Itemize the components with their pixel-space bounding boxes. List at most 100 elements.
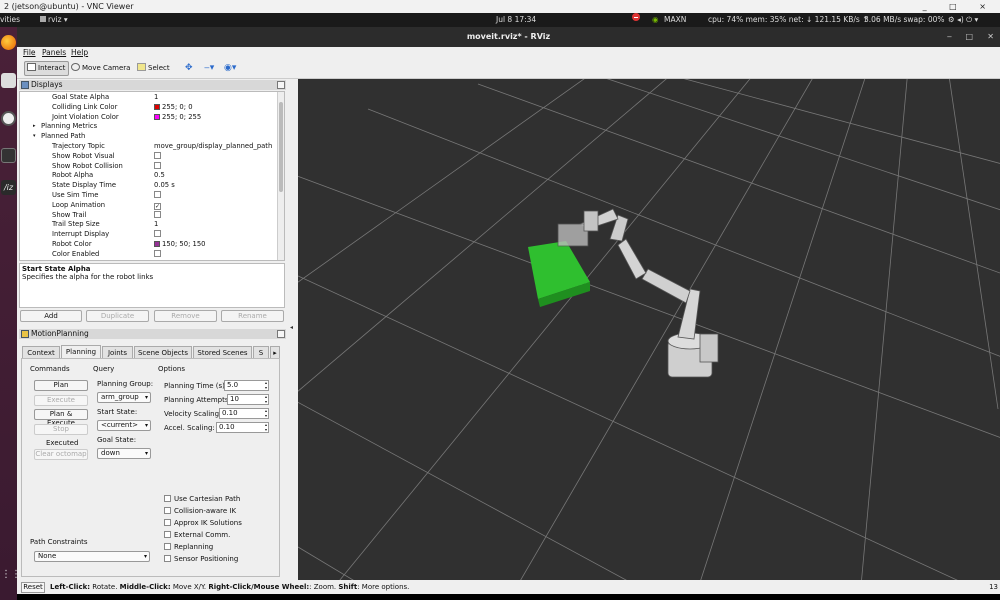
clear-octomap-button[interactable]: Clear octomap: [34, 449, 88, 460]
property-row[interactable]: Interrupt Display: [20, 230, 278, 240]
property-row[interactable]: Joint Violation Color 255; 0; 255: [20, 113, 278, 123]
property-value[interactable]: [154, 249, 161, 260]
start-state-select[interactable]: <current>: [97, 420, 151, 431]
property-row[interactable]: Robot Color 150; 50; 150: [20, 240, 278, 250]
property-scrollbar[interactable]: [277, 92, 284, 260]
collapse-arrow-icon[interactable]: ◂: [290, 324, 293, 331]
property-row[interactable]: Show Trail: [20, 210, 278, 221]
motion-panel-float-icon[interactable]: [277, 330, 285, 338]
add-tool-icon[interactable]: ✥: [183, 61, 196, 76]
menu-help[interactable]: Help: [71, 47, 88, 59]
tab-scroll-right[interactable]: ▸: [270, 346, 280, 358]
property-row[interactable]: Goal State Alpha 1: [20, 93, 278, 103]
property-row[interactable]: ▾ Planned Path: [20, 132, 278, 142]
plan-button[interactable]: Plan: [34, 380, 88, 391]
property-value[interactable]: 0.5: [154, 171, 165, 181]
property-row[interactable]: Robot Alpha 0.5: [20, 171, 278, 181]
property-row[interactable]: Use Sim Time: [20, 191, 278, 201]
opt-external-comm[interactable]: External Comm.: [164, 531, 230, 539]
property-row[interactable]: Trail Step Size 1: [20, 220, 278, 230]
panel-float-icon[interactable]: [277, 81, 285, 89]
move-camera-tool[interactable]: Move Camera: [69, 61, 133, 76]
settings-icon[interactable]: [1, 111, 16, 126]
property-value[interactable]: 255; 0; 255: [154, 113, 201, 123]
opt-approx-ik[interactable]: Approx IK Solutions: [164, 519, 242, 527]
power-mode[interactable]: MAXN: [664, 13, 686, 27]
color-swatch[interactable]: [154, 241, 160, 247]
displays-property-tree[interactable]: Goal State Alpha 1 Colliding Link Color 255…: [19, 91, 285, 261]
interact-tool[interactable]: Interact: [24, 61, 70, 76]
color-swatch[interactable]: [154, 103, 160, 110]
property-row[interactable]: Loop Animation ✓: [20, 201, 278, 211]
planning-attempts-input[interactable]: 10: [227, 394, 269, 405]
close-icon[interactable]: ✕: [987, 27, 994, 47]
property-row[interactable]: Trajectory Topic move_group/display_plann…: [20, 142, 278, 152]
tab-joints[interactable]: Joints: [102, 346, 133, 358]
planning-time-input[interactable]: 5.0: [224, 380, 269, 391]
remove-display-button[interactable]: Remove: [154, 310, 217, 322]
app-menu[interactable]: rviz ▾: [40, 13, 68, 27]
rviz-icon[interactable]: /iz: [1, 180, 16, 195]
property-row[interactable]: State Display Time 0.05 s: [20, 181, 278, 191]
property-row[interactable]: Show Robot Collision: [20, 161, 278, 172]
opt-replanning[interactable]: Replanning: [164, 543, 213, 551]
panel-splitter[interactable]: ◂: [288, 79, 298, 580]
vnc-window-controls[interactable]: _ □ ×: [923, 0, 996, 13]
expand-right-icon[interactable]: ▸: [33, 122, 36, 132]
property-row[interactable]: Colliding Link Color 255; 0; 0: [20, 103, 278, 113]
tab-stored-scenes[interactable]: Stored Scenes: [193, 346, 252, 358]
tab-scene-objects[interactable]: Scene Objects: [134, 346, 192, 358]
opt-cartesian-path[interactable]: Use Cartesian Path: [164, 495, 240, 503]
opt-sensor-positioning[interactable]: Sensor Positioning: [164, 555, 238, 563]
opt-collision-aware-ik[interactable]: Collision-aware IK: [164, 507, 236, 515]
property-value[interactable]: 1: [154, 220, 158, 230]
menu-panels[interactable]: Panels: [42, 47, 66, 59]
checkbox[interactable]: [154, 210, 161, 218]
property-value[interactable]: 0.05 s: [154, 181, 175, 191]
accel-scaling-input[interactable]: 0.10: [216, 422, 269, 433]
system-tray-icons[interactable]: ⚙ ◂) ⏻ ▾: [948, 13, 978, 27]
firefox-icon[interactable]: [1, 35, 16, 50]
reset-button[interactable]: Reset: [21, 582, 45, 593]
checkbox[interactable]: [154, 161, 161, 169]
minimize-icon[interactable]: ‒: [947, 27, 952, 47]
tab-context[interactable]: Context: [22, 346, 60, 358]
app-grid-icon[interactable]: ⋮⋮: [1, 569, 21, 584]
property-value[interactable]: 150; 50; 150: [154, 240, 206, 250]
duplicate-display-button[interactable]: Duplicate: [86, 310, 149, 322]
property-value[interactable]: [154, 161, 161, 172]
property-value[interactable]: [154, 151, 161, 162]
activities-button[interactable]: vities: [0, 13, 20, 27]
checked-checkbox[interactable]: ✓: [154, 202, 161, 210]
property-row[interactable]: Color Enabled: [20, 249, 278, 260]
planning-group-select[interactable]: arm_group: [97, 392, 151, 403]
tab-status[interactable]: S: [253, 346, 269, 358]
property-value[interactable]: [154, 230, 161, 240]
files-icon[interactable]: [1, 73, 16, 88]
stop-button[interactable]: Stop: [34, 424, 88, 435]
goal-state-select[interactable]: down: [97, 448, 151, 459]
tab-planning[interactable]: Planning: [61, 345, 101, 358]
velocity-scaling-input[interactable]: 0.10: [219, 408, 269, 419]
expand-down-icon[interactable]: ▾: [33, 132, 36, 142]
checkbox[interactable]: [154, 151, 161, 159]
maximize-icon[interactable]: □: [965, 27, 973, 47]
property-value[interactable]: 255; 0; 0: [154, 103, 193, 113]
menu-file[interactable]: File: [23, 47, 36, 59]
rename-display-button[interactable]: Rename: [221, 310, 284, 322]
color-swatch[interactable]: [154, 113, 160, 120]
3d-viewport[interactable]: [298, 79, 1000, 580]
property-value[interactable]: move_group/display_planned_path: [154, 142, 272, 152]
property-value[interactable]: 1: [154, 93, 158, 103]
property-value[interactable]: ✓: [154, 201, 161, 211]
path-constraints-select[interactable]: None: [34, 551, 150, 562]
select-tool[interactable]: Select: [135, 61, 173, 76]
camera-type-icon[interactable]: ◉▾: [222, 61, 239, 76]
checkbox[interactable]: [154, 249, 161, 257]
terminal-icon[interactable]: [1, 148, 16, 163]
property-row[interactable]: Show Robot Visual: [20, 151, 278, 162]
add-display-button[interactable]: Add: [20, 310, 82, 322]
property-value[interactable]: [154, 210, 161, 221]
clock[interactable]: Jul 8 17:34: [496, 13, 536, 27]
checkbox[interactable]: [154, 191, 161, 198]
